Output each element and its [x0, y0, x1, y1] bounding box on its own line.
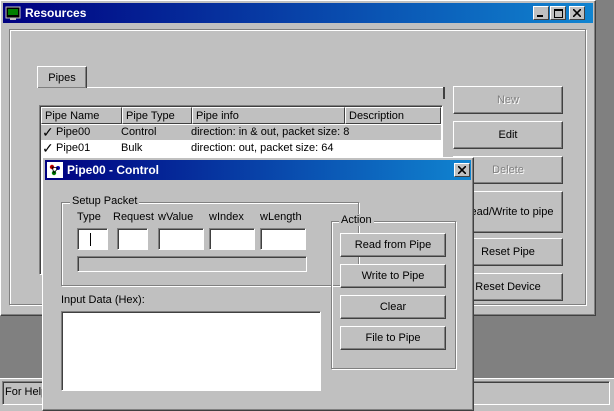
new-button[interactable]: New	[453, 86, 563, 114]
list-header: Pipe Name Pipe Type Pipe info Descriptio…	[41, 107, 441, 124]
action-label: Action	[339, 214, 374, 226]
request-field[interactable]	[117, 228, 148, 250]
field-label-type: Type	[77, 211, 101, 223]
column-header-label: Pipe Type	[126, 110, 175, 122]
app-icon	[5, 5, 21, 21]
pipe-control-dialog: Pipe00 - Control Setup Packet Type Reque…	[42, 157, 474, 411]
field-label-wlength: wLength	[260, 211, 302, 223]
field-label-wvalue: wValue	[158, 211, 194, 223]
row-pipe-name: Pipe00	[56, 126, 91, 138]
clear-button[interactable]: Clear	[340, 295, 446, 319]
clear-label: Clear	[379, 301, 407, 313]
setup-packet-display	[77, 256, 307, 272]
wvalue-field[interactable]	[158, 228, 204, 250]
column-header-pipe-info[interactable]: Pipe info	[192, 107, 345, 124]
file-to-pipe-button[interactable]: File to Pipe	[340, 326, 446, 350]
read-from-pipe-button[interactable]: Read from Pipe	[340, 233, 446, 257]
status-text: For Help	[5, 386, 48, 398]
row-pipe-name: Pipe01	[56, 142, 91, 154]
wlength-field[interactable]	[260, 228, 306, 250]
setup-packet-label: Setup Packet	[70, 195, 140, 207]
read-write-button-label: Read/Write to pipe	[462, 206, 554, 218]
text-caret	[90, 233, 91, 246]
windex-field[interactable]	[209, 228, 255, 250]
maximize-icon[interactable]	[550, 6, 566, 20]
resources-window-title: Resources	[25, 6, 87, 20]
dialog-title: Pipe00 - Control	[67, 163, 160, 177]
delete-button-label: Delete	[492, 164, 524, 176]
check-icon: ✓	[42, 124, 54, 140]
dialog-titlebar: Pipe00 - Control	[45, 160, 471, 180]
column-header-label: Pipe Name	[45, 110, 100, 122]
table-row[interactable]: ✓ Pipe00 Control direction: in & out, pa…	[41, 125, 441, 140]
field-label-windex: wIndex	[209, 211, 244, 223]
minimize-icon[interactable]	[533, 6, 549, 20]
write-to-pipe-label: Write to Pipe	[361, 270, 425, 282]
type-field[interactable]	[77, 228, 108, 250]
check-icon: ✓	[42, 140, 54, 156]
reset-device-button-label: Reset Device	[475, 281, 541, 293]
row-pipe-info: direction: out, packet size: 64	[191, 142, 334, 154]
row-pipe-info: direction: in & out, packet size: 8	[191, 126, 350, 138]
column-header-description[interactable]: Description	[345, 107, 441, 124]
close-icon[interactable]	[454, 163, 470, 177]
dialog-icon	[47, 162, 63, 178]
new-button-label: New	[496, 94, 519, 106]
row-pipe-type: Control	[121, 126, 157, 138]
tab-panel-edge	[87, 87, 444, 88]
column-header-pipe-type[interactable]: Pipe Type	[122, 107, 192, 124]
close-icon[interactable]	[569, 6, 585, 20]
edit-button[interactable]: Edit	[453, 121, 563, 149]
column-header-label: Description	[349, 110, 405, 122]
input-data-label: Input Data (Hex):	[61, 294, 145, 306]
row-pipe-type: Bulk	[121, 142, 143, 154]
tab-panel-right-edge	[443, 87, 445, 99]
column-header-label: Pipe info	[196, 110, 239, 122]
tab-pipes[interactable]: Pipes	[37, 66, 87, 88]
read-from-pipe-label: Read from Pipe	[354, 239, 432, 251]
column-header-pipe-name[interactable]: Pipe Name	[41, 107, 122, 124]
tab-pipes-label: Pipes	[48, 71, 76, 84]
reset-pipe-button-label: Reset Pipe	[481, 246, 535, 258]
input-data-textarea[interactable]	[61, 311, 321, 391]
field-label-request: Request	[113, 211, 154, 223]
resources-titlebar: Resources	[3, 3, 593, 23]
write-to-pipe-button[interactable]: Write to Pipe	[340, 264, 446, 288]
table-row[interactable]: ✓ Pipe01 Bulk direction: out, packet siz…	[41, 141, 441, 156]
file-to-pipe-label: File to Pipe	[365, 332, 421, 344]
edit-button-label: Edit	[498, 129, 518, 141]
